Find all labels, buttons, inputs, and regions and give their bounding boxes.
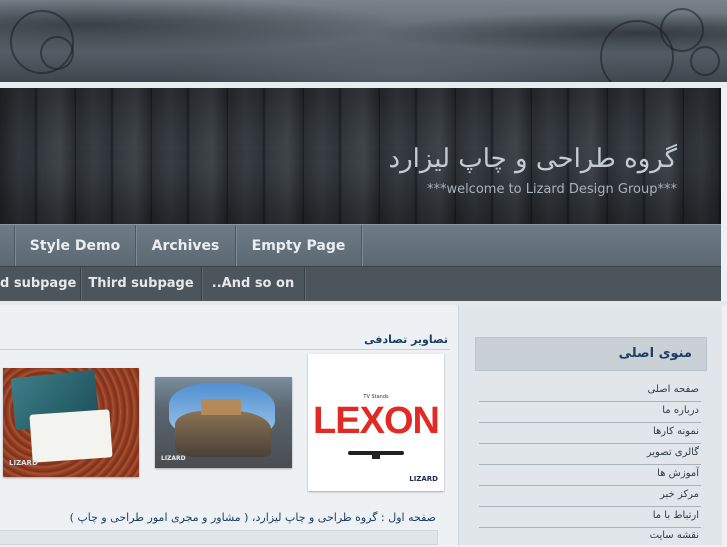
sidebar-item-label: درباره ما (662, 405, 699, 416)
lizard-logo: LIZARD (409, 475, 438, 483)
lizard-logo: LIZARD (161, 455, 186, 462)
heading-divider (0, 349, 450, 350)
sidebar-item-label: نقشه سایت (649, 530, 699, 541)
sidebar-item-label: صفحه اصلی (647, 384, 699, 395)
subnav-item-third-subpage[interactable]: Third subpage (81, 267, 202, 302)
sidebar-item-news[interactable]: مرکز خبر (479, 486, 701, 507)
castle-shape (201, 399, 241, 415)
site-title[interactable]: گروه طراحی و چاپ لیزارد (389, 144, 677, 174)
thumbnail-castle-rock[interactable]: LIZARD (155, 377, 292, 468)
subnav-item-and-so-on[interactable]: ..And so on (202, 267, 305, 302)
lizard-logo: LIZARD (9, 459, 38, 467)
sidebar-title: منوی اصلی (618, 346, 692, 361)
main-content: تصاویر تصادفی TV Stands LEXON LIZARD LIZ… (0, 305, 458, 545)
sidebar-item-label: گالری تصویر (646, 447, 699, 458)
subnav-item-second-subpage[interactable]: d subpage (0, 267, 81, 302)
nav-item-empty-page[interactable]: Empty Page (236, 225, 362, 267)
business-card-white (29, 409, 113, 463)
sidebar: منوی اصلی صفحه اصلی درباره ما نمونه کاره… (458, 305, 722, 545)
thumbnail-lexon-tv-stands[interactable]: TV Stands LEXON LIZARD (308, 354, 444, 491)
intro-text: صفحه اول : گروه طراحی و چاپ لیزارد، ( مش… (69, 511, 436, 524)
decorative-top-banner (0, 0, 727, 94)
sidebar-item-home[interactable]: صفحه اصلی (479, 381, 701, 402)
sidebar-item-portfolio[interactable]: نمونه کارها (479, 423, 701, 444)
lexon-brand-text: LEXON (313, 400, 440, 442)
rock-shape (175, 411, 271, 457)
sidebar-item-gallery[interactable]: گالری تصویر (479, 444, 701, 465)
sidebar-item-about[interactable]: درباره ما (479, 402, 701, 423)
sidebar-item-label: نمونه کارها (652, 426, 699, 437)
thumbnail-business-cards[interactable]: LIZARD (3, 368, 139, 477)
tv-stand-icon (372, 455, 380, 459)
sub-nav: d subpage Third subpage ..And so on (0, 266, 721, 302)
sidebar-item-sitemap[interactable]: نقشه سایت (479, 527, 701, 547)
sidebar-item-contact[interactable]: ارتباط با ما (479, 507, 701, 528)
sidebar-item-tutorials[interactable]: آموزش ها (479, 465, 701, 486)
random-images-heading: تصاویر تصادفی (364, 333, 448, 346)
site-subtitle: ***welcome to Lizard Design Group*** (426, 182, 677, 197)
site-header: گروه طراحی و چاپ لیزارد ***welcome to Li… (0, 88, 721, 224)
sidebar-header: منوی اصلی (475, 337, 707, 371)
nav-item-archives[interactable]: Archives (136, 225, 236, 267)
intro-box (0, 530, 438, 545)
sidebar-item-label: ارتباط با ما (652, 510, 699, 521)
sidebar-item-label: مرکز خبر (659, 489, 699, 500)
nav-item-partial[interactable] (0, 225, 15, 267)
sidebar-item-label: آموزش ها (657, 468, 699, 479)
nav-item-style-demo[interactable]: Style Demo (15, 225, 136, 267)
main-nav: Style Demo Archives Empty Page (0, 224, 721, 267)
